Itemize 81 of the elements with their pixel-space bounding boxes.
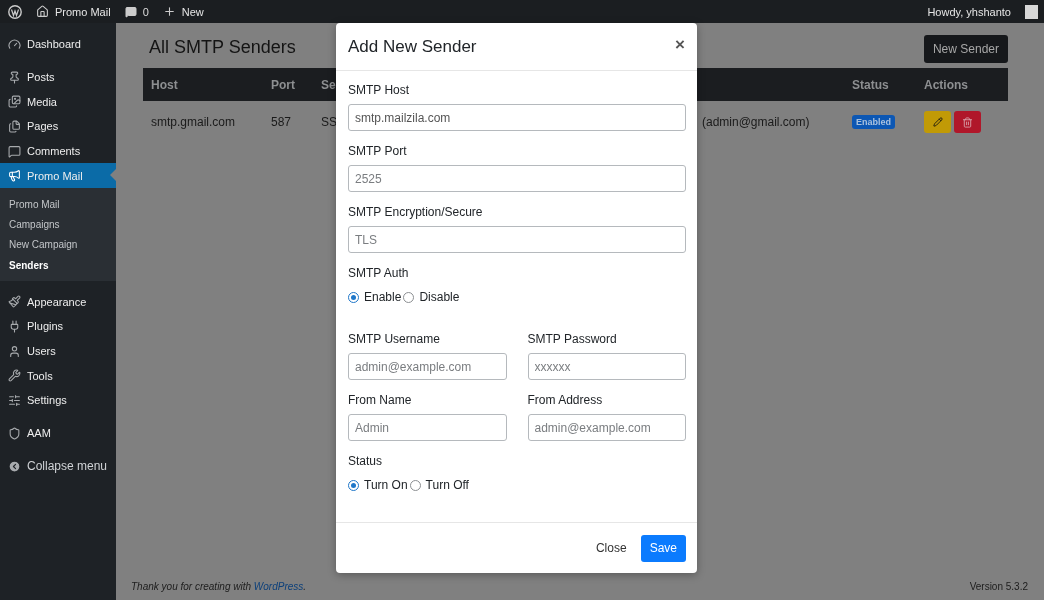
- trash-icon: [962, 116, 973, 128]
- sidebar-item[interactable]: Posts: [0, 64, 116, 90]
- avatar-icon[interactable]: [1025, 4, 1038, 19]
- sidebar-item[interactable]: Users: [0, 338, 116, 364]
- field-label: SMTP Username: [348, 332, 441, 346]
- version-text: Version 5.3.2: [969, 580, 1028, 592]
- sidebar-item[interactable]: AAM: [0, 420, 116, 446]
- pointer-icon: [110, 169, 116, 182]
- sidebar-item[interactable]: Settings: [0, 388, 116, 413]
- field-label: SMTP Auth: [348, 266, 410, 280]
- sidebar-item[interactable]: Media: [0, 89, 116, 115]
- plug-icon: [8, 319, 21, 333]
- column-header: Se: [321, 77, 336, 92]
- new-sender-button[interactable]: New Sender: [923, 35, 1008, 63]
- pages-icon: [8, 119, 21, 133]
- wrench-icon: [8, 369, 21, 383]
- field-label: SMTP Port: [348, 144, 408, 158]
- input-field[interactable]: xxxxxx: [527, 353, 686, 380]
- field-label: From Address: [527, 393, 604, 407]
- radio-label[interactable]: Turn On: [364, 478, 408, 492]
- submenu-item[interactable]: Senders: [0, 255, 116, 276]
- collapse-icon: [8, 459, 21, 473]
- status-badge: Enabled: [852, 115, 895, 129]
- field-label: Status: [348, 454, 384, 468]
- field-label: SMTP Encryption/Secure: [348, 205, 484, 219]
- page-title: All SMTP Senders: [149, 37, 296, 58]
- table-cell: smtp.gmail.com: [151, 115, 236, 129]
- comment-icon: [8, 144, 21, 158]
- sidebar-item[interactable]: Appearance: [0, 289, 116, 314]
- input-field[interactable]: smtp.mailzila.com: [348, 104, 686, 131]
- wordpress-logo-icon[interactable]: [8, 4, 22, 19]
- paintbrush-icon: [8, 295, 21, 309]
- input-field[interactable]: 2525: [348, 165, 686, 192]
- input-field[interactable]: admin@example.com: [527, 414, 686, 441]
- user-greeting[interactable]: Howdy, yhshanto: [927, 5, 1011, 18]
- table-cell: 587: [271, 115, 292, 129]
- plus-icon: [162, 5, 176, 18]
- radio-label[interactable]: Enable: [364, 290, 402, 304]
- dashboard-icon: [8, 37, 21, 51]
- column-header: Actions: [924, 77, 968, 92]
- user-icon: [8, 344, 21, 358]
- shield-icon: [8, 426, 21, 440]
- field-label: SMTP Password: [527, 332, 618, 346]
- collapse-menu-button[interactable]: Collapse menu: [0, 453, 116, 480]
- sidebar-item[interactable]: Promo Mail: [0, 163, 116, 189]
- sidebar-item[interactable]: Comments: [0, 138, 116, 164]
- edit-button[interactable]: [924, 111, 951, 133]
- close-button[interactable]: ×: [675, 34, 685, 55]
- media-icon: [8, 95, 21, 109]
- submenu-item[interactable]: Promo Mail: [0, 194, 116, 215]
- submenu-item[interactable]: New Campaign: [0, 234, 116, 255]
- input-field[interactable]: Admin: [348, 414, 507, 441]
- comment-icon: [124, 5, 137, 18]
- sidebar-item[interactable]: Plugins: [0, 314, 116, 339]
- field-label: From Name: [348, 393, 413, 407]
- new-link[interactable]: New: [162, 5, 204, 18]
- footer-text: Thank you for creating with WordPress.: [131, 580, 307, 592]
- comments-link[interactable]: 0: [124, 5, 149, 18]
- column-header: Status: [852, 77, 889, 92]
- save-button[interactable]: Save: [640, 534, 686, 562]
- column-header: Port: [271, 77, 295, 92]
- sidebar-item[interactable]: Dashboard: [0, 32, 116, 57]
- radio-label[interactable]: Turn Off: [425, 478, 469, 492]
- column-header: Host: [151, 77, 178, 92]
- sidebar-item[interactable]: Tools: [0, 363, 116, 389]
- site-link[interactable]: Promo Mail: [36, 5, 111, 18]
- field-label: SMTP Host: [348, 83, 411, 97]
- radio-label[interactable]: Disable: [419, 290, 460, 304]
- table-cell: (admin@gmail.com): [702, 115, 810, 129]
- settings-icon: [8, 393, 21, 407]
- close-text-button[interactable]: Close: [595, 541, 627, 555]
- input-field[interactable]: TLS: [348, 226, 686, 253]
- submenu-item[interactable]: Campaigns: [0, 214, 116, 235]
- pencil-icon: [932, 117, 943, 127]
- home-icon: [36, 5, 49, 18]
- input-field[interactable]: admin@example.com: [348, 353, 507, 380]
- megaphone-icon: [8, 169, 21, 183]
- pin-icon: [8, 70, 21, 84]
- sidebar-item[interactable]: Pages: [0, 114, 116, 139]
- modal-title: Add New Sender: [348, 36, 477, 57]
- table-cell: SS: [321, 115, 337, 129]
